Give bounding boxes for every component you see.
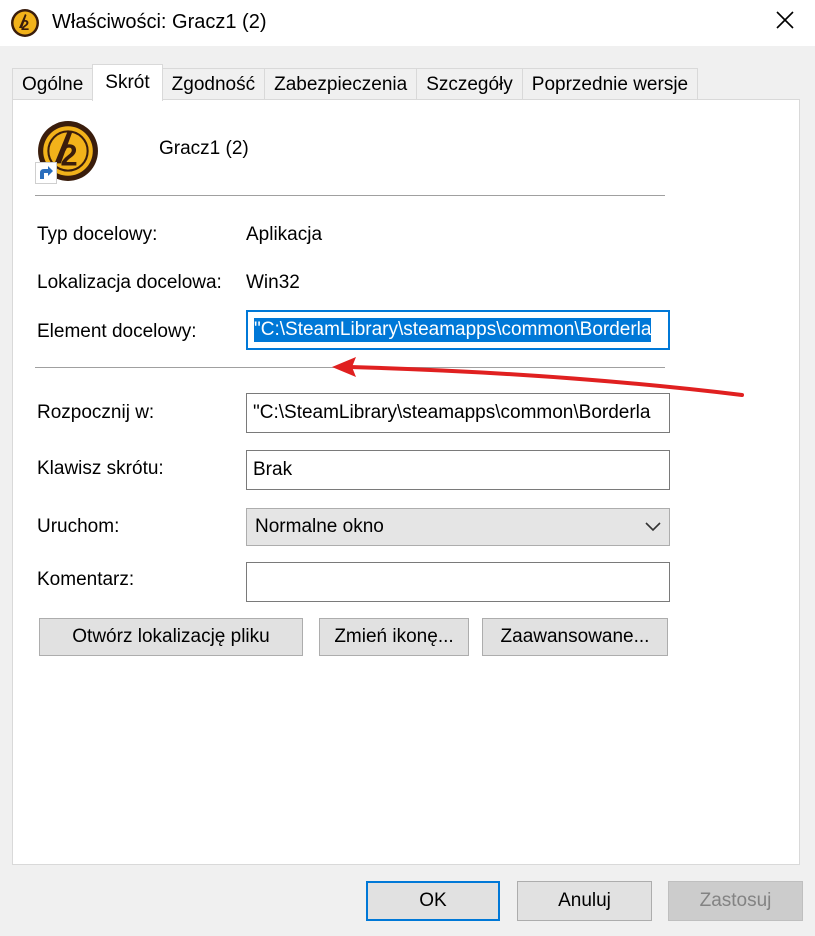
ok-button[interactable]: OK [366, 881, 500, 921]
target-input[interactable]: "C:\SteamLibrary\steamapps\common\Border… [246, 310, 670, 350]
annotation-arrow-icon [332, 357, 744, 397]
target-type-value: Aplikacja [246, 224, 323, 245]
shortcut-name: Gracz1 (2) [159, 138, 249, 159]
target-type-label: Typ docelowy: [37, 224, 158, 245]
tab-compatibility[interactable]: Zgodność [161, 68, 266, 100]
run-mode-select[interactable]: Normalne okno [246, 508, 670, 546]
tab-shortcut[interactable]: Skrót [92, 64, 163, 101]
start-in-label: Rozpocznij w: [37, 402, 155, 423]
shortcut-tab-panel: 2 Gracz1 (2) Typ docelowy: Aplikacja Lok… [12, 99, 800, 865]
run-mode-value: Normalne okno [255, 516, 384, 537]
game-emblem-icon: 2 [11, 9, 39, 37]
close-icon [776, 11, 794, 29]
shortcut-overlay [35, 162, 57, 184]
close-button[interactable] [755, 0, 815, 40]
comment-input[interactable] [246, 562, 670, 602]
advanced-button[interactable]: Zaawansowane... [482, 618, 668, 656]
tab-details[interactable]: Szczegóły [416, 68, 523, 100]
open-file-location-button[interactable]: Otwórz lokalizację pliku [39, 618, 303, 656]
tab-previous-versions[interactable]: Poprzednie wersje [521, 68, 699, 100]
target-location-value: Win32 [246, 272, 300, 293]
separator [35, 195, 665, 197]
comment-label: Komentarz: [37, 569, 135, 590]
svg-text:2: 2 [60, 137, 77, 172]
cancel-button[interactable]: Anuluj [517, 881, 652, 921]
title-bar: 2 Właściwości: Gracz1 (2) [0, 0, 815, 46]
target-label: Element docelowy: [37, 321, 197, 342]
hotkey-label: Klawisz skrótu: [37, 458, 164, 479]
hotkey-input-text: Brak [253, 459, 293, 480]
shortcut-arrow-icon [40, 166, 53, 179]
apply-button[interactable]: Zastosuj [668, 881, 803, 921]
tab-general[interactable]: Ogólne [12, 68, 94, 100]
chevron-down-icon [645, 522, 661, 532]
svg-text:2: 2 [21, 17, 29, 34]
tab-security[interactable]: Zabezpieczenia [264, 68, 418, 100]
target-input-text: "C:\SteamLibrary\steamapps\common\Border… [254, 318, 652, 342]
dialog-client: Ogólne Skrót Zgodność Zabezpieczenia Szc… [0, 46, 815, 936]
window-title: Właściwości: Gracz1 (2) [52, 11, 267, 33]
run-label: Uruchom: [37, 516, 120, 537]
tab-strip: Ogólne Skrót Zgodność Zabezpieczenia Szc… [12, 64, 699, 101]
hotkey-input[interactable]: Brak [246, 450, 670, 490]
change-icon-button[interactable]: Zmień ikonę... [319, 618, 469, 656]
target-location-label: Lokalizacja docelowa: [37, 272, 222, 293]
